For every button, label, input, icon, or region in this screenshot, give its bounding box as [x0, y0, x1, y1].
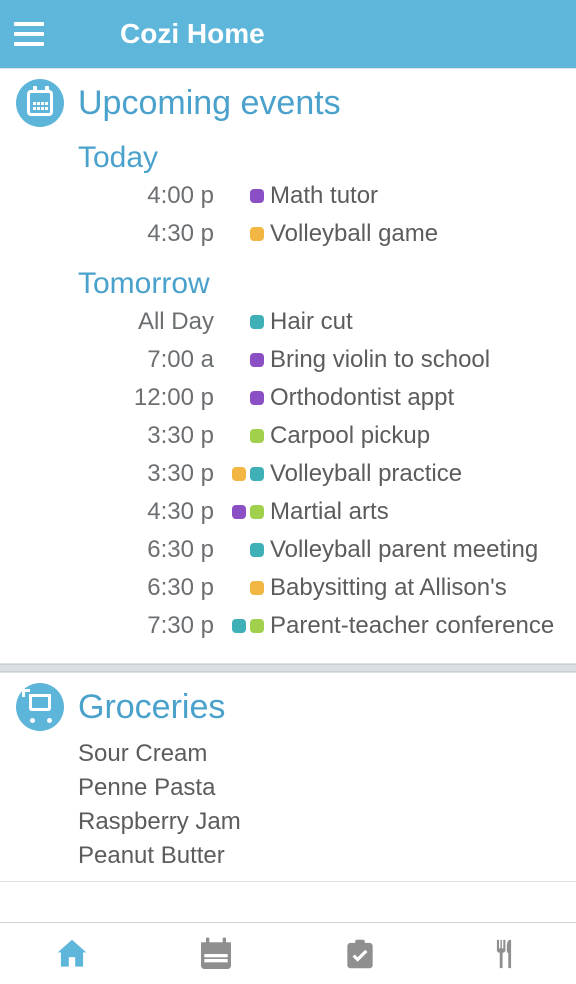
event-member-dots	[214, 429, 270, 443]
member-dot-green	[250, 505, 264, 519]
bottom-tabbar	[0, 922, 576, 984]
event-member-dots	[214, 391, 270, 405]
member-dot-teal	[250, 467, 264, 481]
event-row[interactable]: 7:30 p Parent-teacher conference	[16, 607, 560, 645]
member-dot-orange	[250, 581, 264, 595]
event-row[interactable]: 4:30 p Martial arts	[16, 493, 560, 531]
event-row[interactable]: 7:00 a Bring violin to school	[16, 341, 560, 379]
grocery-item[interactable]: Peanut Butter	[78, 839, 560, 873]
event-member-dots	[214, 315, 270, 329]
event-member-dots	[214, 505, 270, 519]
event-row[interactable]: 12:00 p Orthodontist appt	[16, 379, 560, 417]
event-name: Babysitting at Allison's	[270, 569, 507, 607]
event-member-dots	[214, 467, 270, 481]
event-name: Carpool pickup	[270, 417, 430, 455]
event-time: 4:00 p	[16, 177, 214, 215]
event-member-dots	[214, 227, 270, 241]
event-time: 4:30 p	[16, 215, 214, 253]
menu-icon[interactable]	[14, 16, 50, 52]
event-row[interactable]: 6:30 p Babysitting at Allison's	[16, 569, 560, 607]
event-time: All Day	[16, 303, 214, 341]
event-group-label: Tomorrow	[78, 267, 560, 301]
event-name: Martial arts	[270, 493, 389, 531]
member-dot-purple	[250, 353, 264, 367]
event-row[interactable]: 4:00 p Math tutor	[16, 177, 560, 215]
event-row[interactable]: 3:30 p Carpool pickup	[16, 417, 560, 455]
member-dot-orange	[232, 467, 246, 481]
grocery-item[interactable]: Raspberry Jam	[78, 805, 560, 839]
member-dot-green	[250, 429, 264, 443]
event-member-dots	[214, 543, 270, 557]
event-time: 6:30 p	[16, 569, 214, 607]
event-row[interactable]: 3:30 p Volleyball practice	[16, 455, 560, 493]
event-name: Bring violin to school	[270, 341, 490, 379]
member-dot-purple	[232, 505, 246, 519]
event-name: Volleyball parent meeting	[270, 531, 538, 569]
page-title: Cozi Home	[120, 18, 265, 50]
event-time: 3:30 p	[16, 455, 214, 493]
upcoming-events-title: Upcoming events	[78, 84, 341, 123]
event-row[interactable]: 4:30 p Volleyball game	[16, 215, 560, 253]
event-name: Volleyball practice	[270, 455, 462, 493]
event-member-dots	[214, 189, 270, 203]
member-dot-purple	[250, 189, 264, 203]
calendar-circle-icon	[16, 79, 64, 127]
groceries-card[interactable]: Groceries Sour CreamPenne PastaRaspberry…	[0, 672, 576, 882]
member-dot-orange	[250, 227, 264, 241]
upcoming-events-header: Upcoming events	[16, 75, 560, 127]
event-name: Math tutor	[270, 177, 378, 215]
event-member-dots	[214, 581, 270, 595]
tab-calendar[interactable]	[192, 930, 240, 978]
event-time: 7:00 a	[16, 341, 214, 379]
member-dot-green	[250, 619, 264, 633]
app-header: Cozi Home	[0, 0, 576, 68]
grocery-item[interactable]: Penne Pasta	[78, 771, 560, 805]
member-dot-purple	[250, 391, 264, 405]
event-name: Volleyball game	[270, 215, 438, 253]
member-dot-teal	[232, 619, 246, 633]
event-name: Orthodontist appt	[270, 379, 454, 417]
tab-home[interactable]	[48, 930, 96, 978]
event-member-dots	[214, 619, 270, 633]
groceries-header: Groceries	[16, 679, 560, 731]
tab-lists[interactable]	[336, 930, 384, 978]
upcoming-events-card[interactable]: Upcoming events Today4:00 pMath tutor4:3…	[0, 68, 576, 664]
grocery-item[interactable]: Sour Cream	[78, 737, 560, 771]
member-dot-teal	[250, 543, 264, 557]
cart-circle-icon	[16, 683, 64, 731]
event-time: 7:30 p	[16, 607, 214, 645]
event-time: 4:30 p	[16, 493, 214, 531]
member-dot-teal	[250, 315, 264, 329]
event-name: Hair cut	[270, 303, 353, 341]
tab-meals[interactable]	[480, 930, 528, 978]
card-divider	[0, 664, 576, 672]
event-row[interactable]: 6:30 p Volleyball parent meeting	[16, 531, 560, 569]
event-time: 12:00 p	[16, 379, 214, 417]
event-member-dots	[214, 353, 270, 367]
groceries-title: Groceries	[78, 688, 225, 727]
event-name: Parent-teacher conference	[270, 607, 554, 645]
event-time: 3:30 p	[16, 417, 214, 455]
event-time: 6:30 p	[16, 531, 214, 569]
event-group-label: Today	[78, 141, 560, 175]
event-row[interactable]: All Day Hair cut	[16, 303, 560, 341]
